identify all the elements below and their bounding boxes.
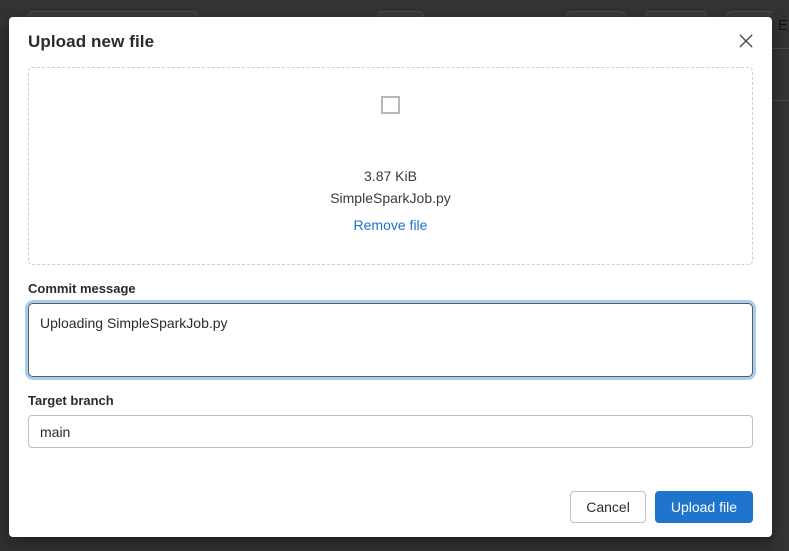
background-panel-divider — [772, 48, 789, 49]
background-right-panel — [772, 0, 789, 551]
background-edge-letter: E — [777, 17, 788, 34]
modal-title: Upload new file — [28, 32, 155, 51]
modal-header: Upload new file — [9, 17, 772, 67]
cancel-button[interactable]: Cancel — [570, 491, 646, 523]
file-dropzone[interactable]: 3.87 KiB SimpleSparkJob.py Remove file — [28, 67, 753, 265]
modal-body: 3.87 KiB SimpleSparkJob.py Remove file C… — [9, 67, 772, 448]
target-branch-field-group: Target branch — [28, 393, 753, 448]
uploaded-file-name: SimpleSparkJob.py — [330, 190, 451, 206]
close-modal-button[interactable] — [732, 27, 760, 55]
close-icon — [739, 34, 753, 48]
commit-message-label: Commit message — [28, 281, 136, 296]
commit-message-field-group: Commit message — [28, 281, 753, 377]
upload-file-button[interactable]: Upload file — [654, 491, 753, 523]
target-branch-input[interactable] — [28, 415, 753, 448]
commit-message-input-wrapper — [28, 303, 753, 377]
file-placeholder-icon — [381, 96, 400, 114]
target-branch-label: Target branch — [28, 393, 114, 408]
uploaded-file-size: 3.87 KiB — [364, 168, 417, 184]
remove-file-link[interactable]: Remove file — [354, 216, 428, 234]
modal-footer: Cancel Upload file — [570, 491, 753, 523]
background-panel-divider — [772, 100, 789, 101]
upload-new-file-modal: Upload new file 3.87 KiB SimpleSparkJob.… — [9, 17, 772, 537]
commit-message-input[interactable] — [29, 304, 752, 376]
